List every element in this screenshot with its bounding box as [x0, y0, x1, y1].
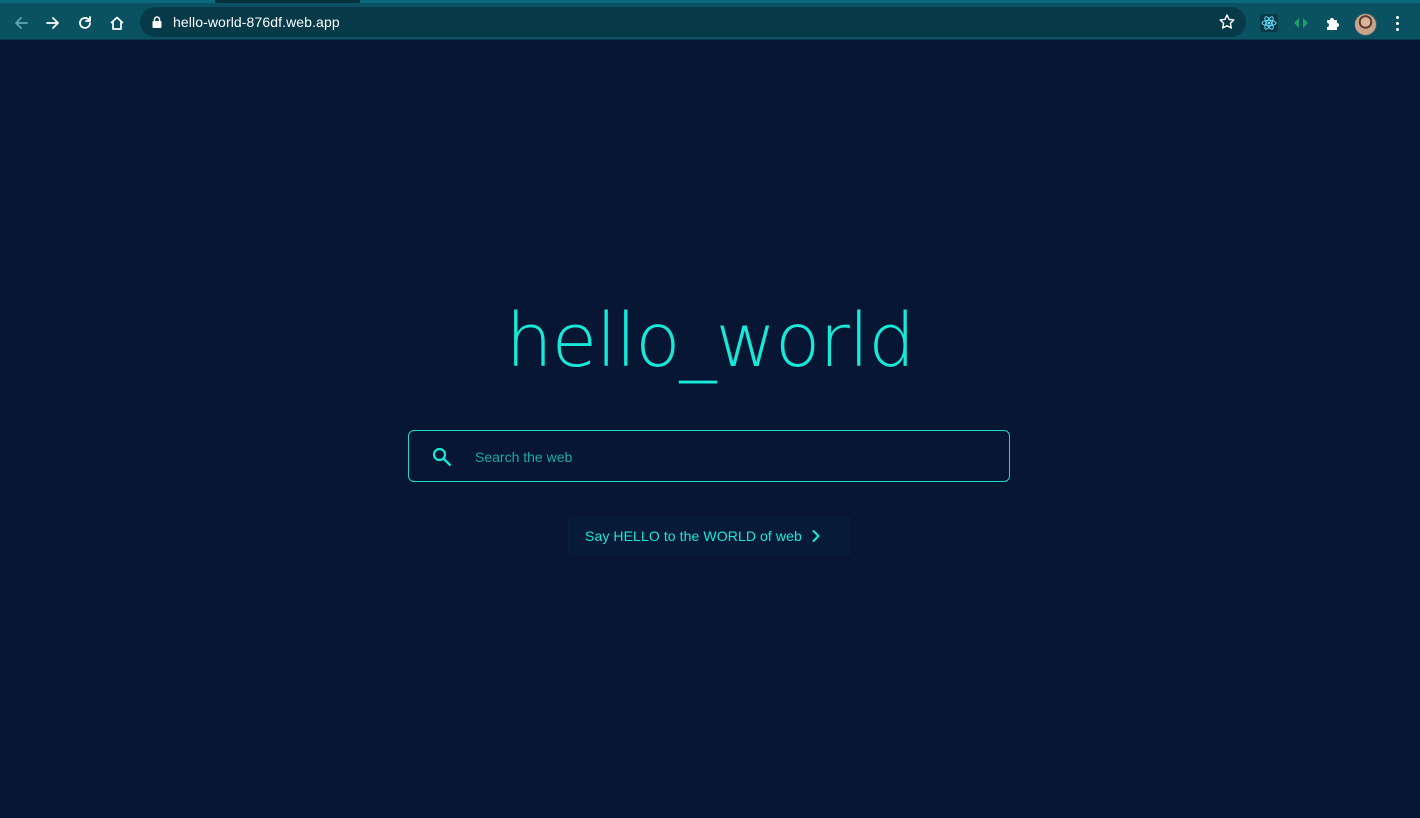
reload-icon	[79, 16, 91, 29]
arrow-left-icon	[15, 17, 28, 29]
page-title: hello_world	[505, 298, 916, 384]
url-text[interactable]: hello-world-876df.web.app	[173, 14, 340, 30]
puzzle-icon	[1327, 18, 1339, 30]
home-icon	[110, 16, 124, 30]
active-tab-indicator	[215, 0, 360, 3]
search-icon	[432, 447, 451, 466]
vue-devtools-extension-icon[interactable]	[1291, 13, 1311, 33]
diamond-arrows-icon	[1294, 18, 1308, 28]
forward-button[interactable]	[39, 9, 67, 37]
arrow-right-icon	[46, 17, 59, 29]
browser-toolbar: hello-world-876df.web.app	[0, 0, 1420, 40]
extensions-button[interactable]	[1323, 13, 1343, 33]
back-button[interactable]	[7, 9, 35, 37]
kebab-menu-icon[interactable]	[1390, 13, 1404, 33]
search-bar[interactable]	[408, 430, 1010, 482]
bookmark-star-icon[interactable]	[1218, 13, 1236, 31]
page-content: hello_world Say HELLO to the WORLD of we…	[0, 40, 1420, 818]
react-icon	[1260, 14, 1278, 32]
chevron-right-icon	[812, 530, 820, 542]
profile-avatar[interactable]	[1354, 13, 1377, 36]
say-hello-button[interactable]: Say HELLO to the WORLD of web	[568, 516, 850, 556]
home-button[interactable]	[103, 9, 131, 37]
react-devtools-extension-icon[interactable]	[1259, 13, 1279, 33]
say-hello-label: Say HELLO to the WORLD of web	[585, 528, 802, 544]
lock-icon	[152, 16, 162, 28]
reload-button[interactable]	[71, 9, 99, 37]
address-bar[interactable]: hello-world-876df.web.app	[140, 7, 1246, 37]
search-input[interactable]	[473, 432, 997, 482]
